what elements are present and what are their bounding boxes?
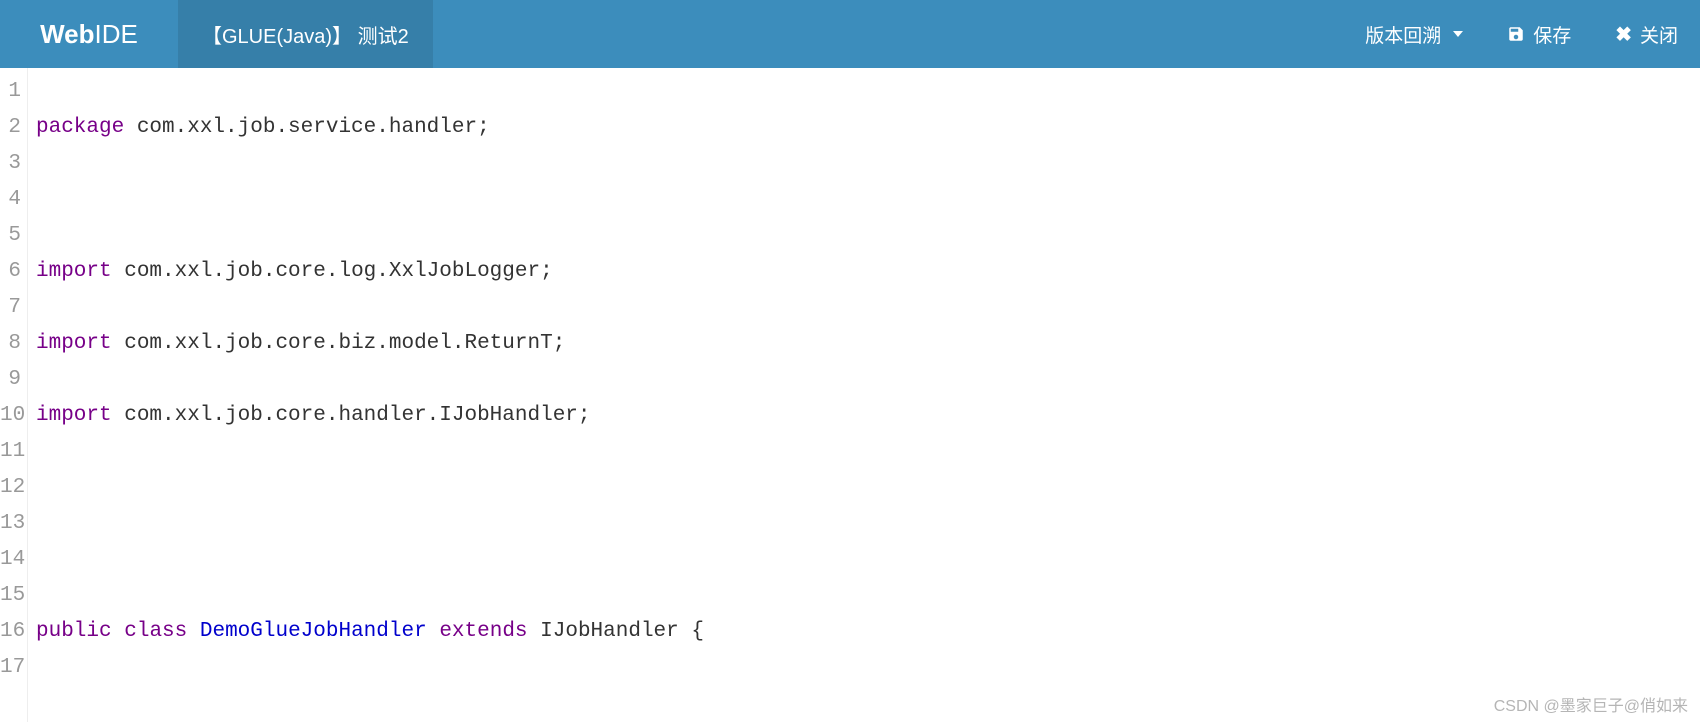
line-number: 10: [0, 398, 27, 434]
version-rollback-dropdown[interactable]: 版本回溯: [1343, 0, 1485, 68]
code-line: [36, 542, 1700, 578]
code-line: import com.xxl.job.core.biz.model.Return…: [36, 326, 1700, 362]
close-label: 关闭: [1640, 21, 1678, 48]
code-line: public class DemoGlueJobHandler extends …: [36, 614, 1700, 650]
code-line: [36, 686, 1700, 722]
line-number: 11: [0, 434, 27, 470]
version-label: 版本回溯: [1365, 21, 1441, 48]
code-content[interactable]: package com.xxl.job.service.handler; imp…: [28, 68, 1700, 722]
line-number: 12: [0, 470, 27, 506]
top-navbar: WebIDE 【GLUE(Java)】 测试2 版本回溯 保存 ✖ 关闭: [0, 0, 1700, 68]
code-line: [36, 182, 1700, 218]
line-number: 17: [0, 650, 27, 686]
save-button[interactable]: 保存: [1485, 0, 1593, 68]
line-number: 14: [0, 542, 27, 578]
code-editor[interactable]: 1234567891011121314151617 package com.xx…: [0, 68, 1700, 722]
line-number: 6: [0, 254, 27, 290]
line-number: 2: [0, 110, 27, 146]
line-number: 5: [0, 218, 27, 254]
brand-light: IDE: [95, 19, 138, 49]
brand-bold: Web: [40, 19, 94, 49]
code-line: package com.xxl.job.service.handler;: [36, 110, 1700, 146]
save-label: 保存: [1533, 21, 1571, 48]
line-number-gutter: 1234567891011121314151617: [0, 68, 28, 722]
close-icon: ✖: [1615, 22, 1632, 47]
line-number: 1: [0, 74, 27, 110]
watermark-text: CSDN @墨家巨子@俏如来: [1494, 692, 1688, 716]
floppy-disk-icon: [1507, 25, 1525, 43]
line-number: 8: [0, 326, 27, 362]
close-button[interactable]: ✖ 关闭: [1593, 0, 1700, 68]
caret-down-icon: [1453, 31, 1463, 37]
active-tab[interactable]: 【GLUE(Java)】 测试2: [178, 0, 433, 68]
brand-logo: WebIDE: [0, 0, 178, 68]
line-number: 3: [0, 146, 27, 182]
nav-right-group: 版本回溯 保存 ✖ 关闭: [1343, 0, 1700, 68]
line-number: 16: [0, 614, 27, 650]
tab-label: 【GLUE(Java)】 测试2: [202, 20, 409, 49]
code-line: [36, 470, 1700, 506]
line-number: 15: [0, 578, 27, 614]
line-number: 13: [0, 506, 27, 542]
line-number: 9: [0, 362, 27, 398]
line-number: 7: [0, 290, 27, 326]
code-line: import com.xxl.job.core.log.XxlJobLogger…: [36, 254, 1700, 290]
code-line: import com.xxl.job.core.handler.IJobHand…: [36, 398, 1700, 434]
line-number: 4: [0, 182, 27, 218]
